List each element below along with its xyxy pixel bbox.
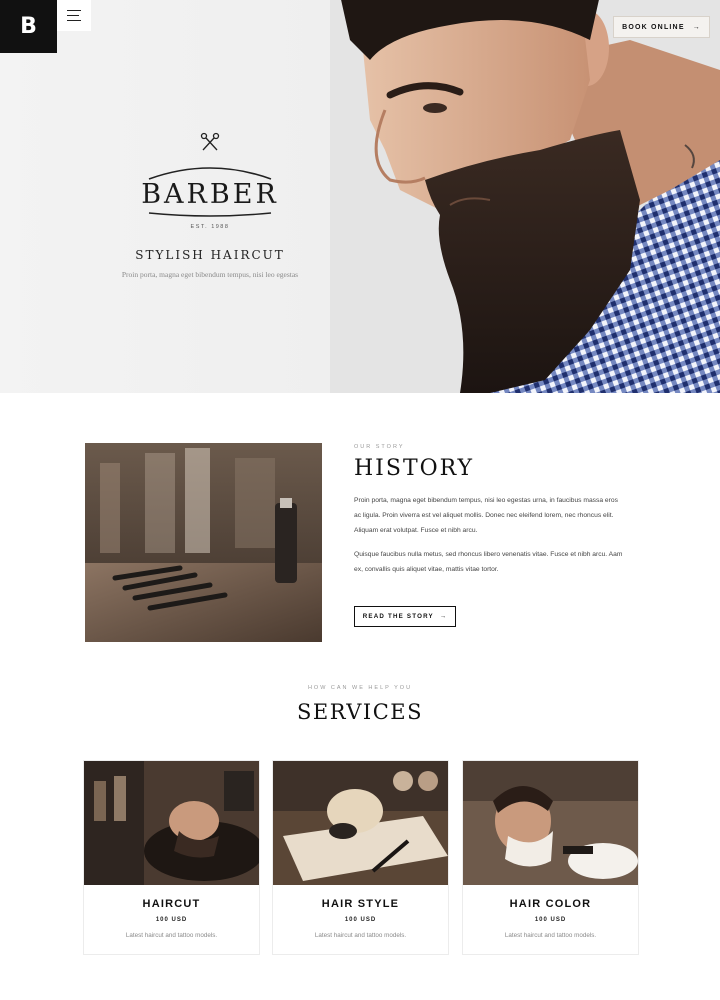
history-paragraph-2: Quisque faucibus nulla metus, sed rhoncu… [354, 551, 623, 573]
site-logo[interactable]: B [0, 0, 57, 53]
brand-name: BARBER [141, 179, 279, 210]
service-desc: Latest haircut and tattoo models. [504, 932, 597, 939]
service-price: 100 USD [344, 917, 377, 923]
service-card-hair-color[interactable]: HAIR COLOR 100 USD Latest haircut and ta… [462, 760, 639, 955]
book-online-button[interactable]: BOOK ONLINE → [613, 16, 710, 38]
menu-icon[interactable] [57, 0, 91, 31]
read-story-label: READ THE STORY [362, 613, 434, 620]
history-eyebrow: OUR STORY [354, 444, 405, 450]
services-header: HOW CAN WE HELP YOU SERVICES [0, 685, 720, 724]
history-paragraph-1: Proin porta, magna eget bibendum tempus,… [354, 497, 618, 534]
service-card-hair-style[interactable]: HAIR STYLE 100 USD Latest haircut and ta… [272, 760, 449, 955]
book-online-label: BOOK ONLINE [622, 23, 685, 31]
hero-man-photo [330, 0, 720, 393]
service-name: HAIR COLOR [509, 898, 592, 910]
scissors-icon [200, 132, 220, 151]
services-title: SERVICES [296, 700, 424, 724]
hero-section: B BOOK ONLINE → BARBER EST. 1988 STYLISH… [0, 0, 720, 393]
history-title: HISTORY [354, 456, 475, 481]
history-text: OUR STORY HISTORY Proin porta, magna ege… [354, 444, 624, 577]
brand-arc-ornament [148, 167, 272, 180]
service-price: 100 USD [155, 917, 188, 923]
service-photo-hair-color [463, 761, 638, 885]
service-card-haircut[interactable]: HAIRCUT 100 USD Latest haircut and tatto… [83, 760, 260, 955]
service-photo-haircut [84, 761, 259, 885]
service-desc: Latest haircut and tattoo models. [314, 932, 407, 939]
service-name: HAIRCUT [142, 898, 201, 910]
services-eyebrow: HOW CAN WE HELP YOU [307, 685, 413, 691]
hero-brand: BARBER EST. 1988 STYLISH HAIRCUT Proin p… [95, 132, 325, 279]
history-image [85, 443, 322, 642]
hero-title: STYLISH HAIRCUT [135, 248, 285, 262]
logo-letter: B [20, 14, 37, 39]
arrow-right-icon: → [439, 613, 448, 620]
service-price: 100 USD [534, 917, 567, 923]
hero-subtitle: Proin porta, magna eget bibendum tempus,… [121, 270, 299, 279]
brand-est: EST. 1988 [190, 224, 230, 230]
service-name: HAIR STYLE [321, 898, 400, 910]
brand-underline [148, 212, 272, 217]
arrow-right-icon: → [692, 23, 701, 31]
service-desc: Latest haircut and tattoo models. [125, 932, 218, 939]
read-story-button[interactable]: READ THE STORY → [354, 606, 456, 627]
service-photo-hair-style [273, 761, 448, 885]
